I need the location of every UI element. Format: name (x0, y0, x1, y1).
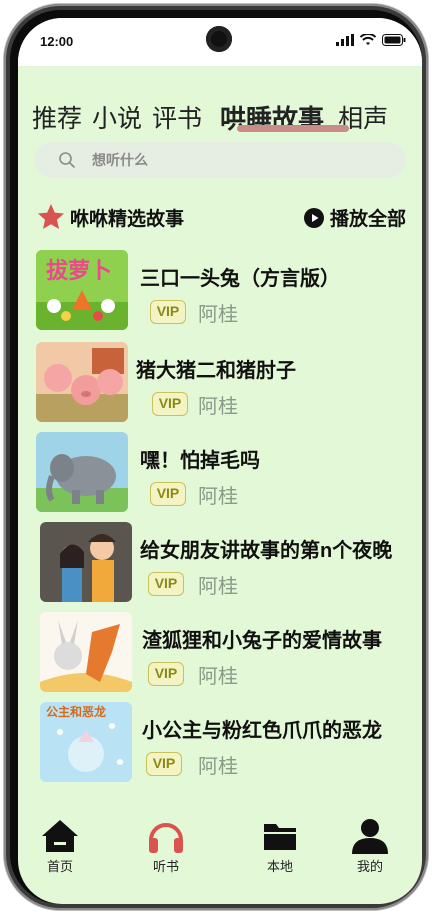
cover-title-text: 拔萝卜 (46, 258, 112, 284)
tab-novel[interactable]: 小说 (92, 104, 142, 134)
story-title: 给女朋友讲故事的第n个夜晚 (140, 540, 393, 562)
story-cover (36, 342, 128, 422)
story-author: 阿桂 (198, 396, 238, 418)
story-title: 渣狐狸和小兔子的爱情故事 (142, 630, 382, 652)
story-title: 三口一头兔（方言版） (140, 268, 340, 290)
cover-title-text: 公主和恶龙 (46, 704, 106, 719)
vip-badge: VIP (148, 572, 184, 596)
status-time: 12:00 (40, 34, 74, 49)
story-title: 嘿！怕掉毛吗 (140, 450, 260, 472)
nav-home[interactable]: 首页 (30, 818, 90, 875)
tab-storytelling[interactable]: 评书 (152, 104, 202, 134)
story-author: 阿桂 (198, 486, 238, 508)
section-title: 咻咻精选故事 (70, 209, 185, 230)
story-title: 猪大猪二和猪肘子 (136, 360, 296, 382)
vip-badge: VIP (150, 300, 186, 324)
play-all-button[interactable]: 播放全部 (303, 204, 406, 231)
search-input[interactable] (92, 152, 352, 168)
search-icon (59, 152, 75, 168)
vip-badge: VIP (152, 392, 188, 416)
story-item[interactable]: 公主和恶龙 小公主与粉红色爪爪的恶龙 VIP 阿桂 (36, 702, 416, 782)
story-item[interactable]: 拔萝卜 三口一头兔（方言版） VIP 阿桂 (36, 250, 416, 330)
app-screen: 12:00 推荐 小说 评书 哄睡故事 相声 想听什么 咻咻精选故事 播放全部 … (18, 18, 422, 904)
vip-badge: VIP (148, 662, 184, 686)
star-icon (38, 204, 64, 229)
story-cover (36, 432, 128, 512)
nav-local[interactable]: 本地 (250, 818, 310, 875)
headphones-icon (149, 823, 183, 853)
story-item[interactable]: 嘿！怕掉毛吗 VIP 阿桂 (36, 432, 416, 512)
play-all-label: 播放全部 (329, 209, 406, 230)
vip-badge: VIP (150, 482, 186, 506)
status-bar: 12:00 (18, 18, 422, 66)
story-cover: 拔萝卜 (36, 250, 128, 330)
wifi-icon (360, 34, 376, 45)
story-item[interactable]: 渣狐狸和小兔子的爱情故事 VIP 阿桂 (36, 612, 416, 692)
home-icon (42, 820, 78, 852)
story-cover (40, 522, 132, 602)
vip-badge: VIP (146, 752, 182, 776)
story-item[interactable]: 猪大猪二和猪肘子 VIP 阿桂 (36, 342, 416, 422)
story-cover (40, 612, 132, 692)
featured-section-header: 咻咻精选故事 播放全部 (36, 202, 406, 232)
battery-icon (382, 34, 406, 46)
active-tab-indicator (237, 125, 349, 132)
front-camera (206, 26, 232, 52)
story-author: 阿桂 (198, 304, 238, 326)
nav-profile-label: 我的 (356, 859, 383, 874)
search-bar[interactable] (34, 142, 406, 178)
story-author: 阿桂 (198, 756, 238, 778)
signal-icon (336, 34, 354, 46)
play-icon (303, 207, 324, 228)
story-item[interactable]: 给女朋友讲故事的第n个夜晚 VIP 阿桂 (36, 522, 416, 602)
story-author: 阿桂 (198, 576, 238, 598)
folder-icon (264, 824, 296, 850)
nav-profile[interactable]: 我的 (340, 818, 400, 875)
nav-listen[interactable]: 听书 (136, 818, 196, 875)
story-author: 阿桂 (198, 666, 238, 688)
nav-home-label: 首页 (46, 859, 73, 874)
story-cover: 公主和恶龙 (40, 702, 132, 782)
story-title: 小公主与粉红色爪爪的恶龙 (142, 720, 382, 742)
tab-recommend[interactable]: 推荐 (32, 104, 82, 134)
person-icon (352, 819, 388, 854)
bottom-navigation: 首页 听书 本地 我的 (18, 818, 422, 904)
nav-listen-label: 听书 (152, 859, 179, 874)
nav-local-label: 本地 (266, 859, 293, 874)
status-icons (336, 34, 406, 46)
category-tabs: 推荐 小说 评书 哄睡故事 相声 (32, 90, 422, 134)
